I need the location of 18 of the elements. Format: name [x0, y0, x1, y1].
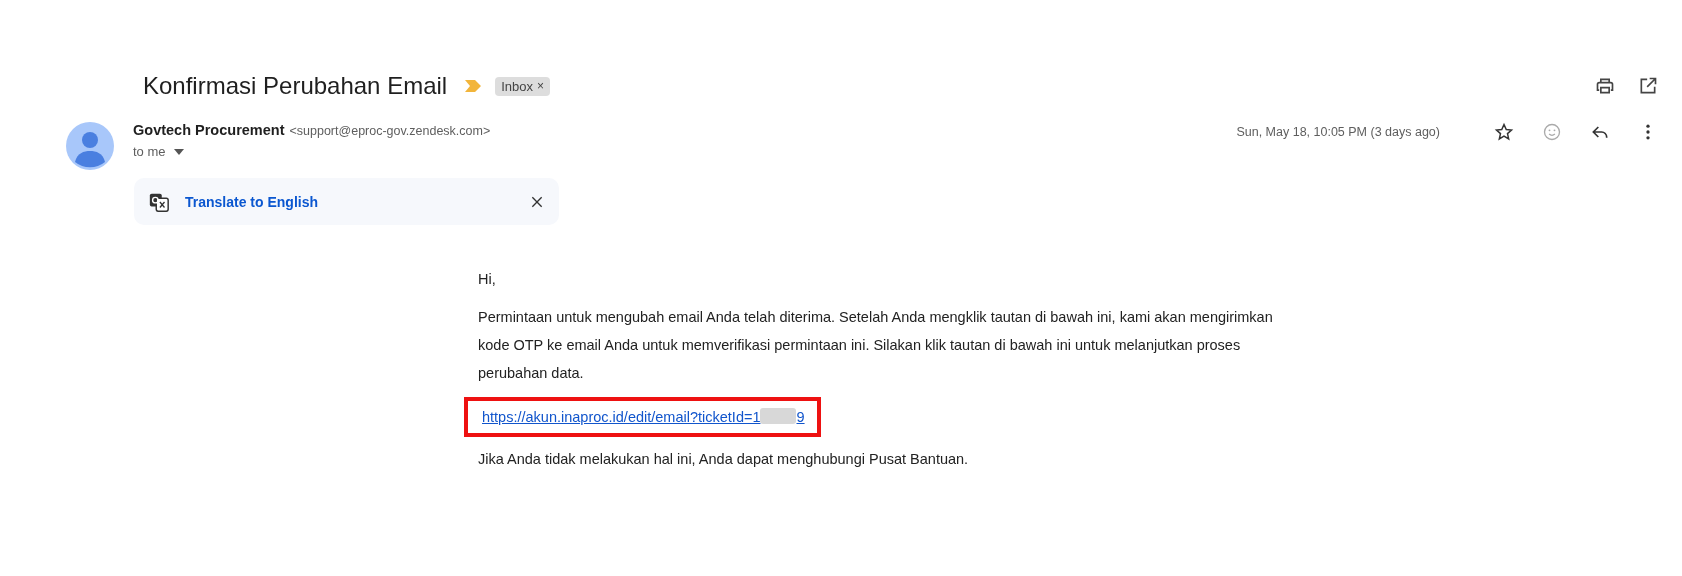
- open-in-new-window-icon[interactable]: [1638, 76, 1658, 96]
- recipient-text: to me: [133, 144, 166, 159]
- star-icon[interactable]: [1494, 122, 1514, 142]
- translate-link[interactable]: Translate to English: [185, 193, 319, 210]
- avatar: [66, 122, 114, 170]
- dropdown-caret-icon[interactable]: [173, 148, 184, 155]
- verification-link[interactable]: https://akun.inaproc.id/edit/email?ticketId=1 9: [482, 409, 805, 425]
- email-date: Sun, May 18, 10:05 PM (3 days ago): [1236, 125, 1440, 139]
- sender-name: Govtech Procurement: [133, 122, 285, 138]
- label-remove[interactable]: ×: [536, 79, 544, 93]
- body-paragraph: Permintaan untuk mengubah email Anda telah diterima. Setelah Anda mengklik tautan di bawah ini, kami akan mengirimkan kode OTP ke email Anda untuk memverifikasi permintaan ini. Silakan klik tautan di bawah ini untuk melanjutkan proses perubahan data.: [478, 308, 1274, 383]
- closing-text: Jika Anda tidak melakukan hal ini, Anda dapat menghubungi Pusat Bantuan.: [478, 450, 970, 469]
- label-text: Inbox: [501, 78, 533, 94]
- importance-marker-icon[interactable]: [465, 80, 482, 92]
- greeting-text: Hi,: [478, 270, 497, 289]
- sender-address: <support@eproc-gov.zendesk.com>: [289, 124, 491, 138]
- print-icon[interactable]: [1595, 76, 1615, 96]
- email-subject: Konfirmasi Perubahan Email: [143, 72, 448, 100]
